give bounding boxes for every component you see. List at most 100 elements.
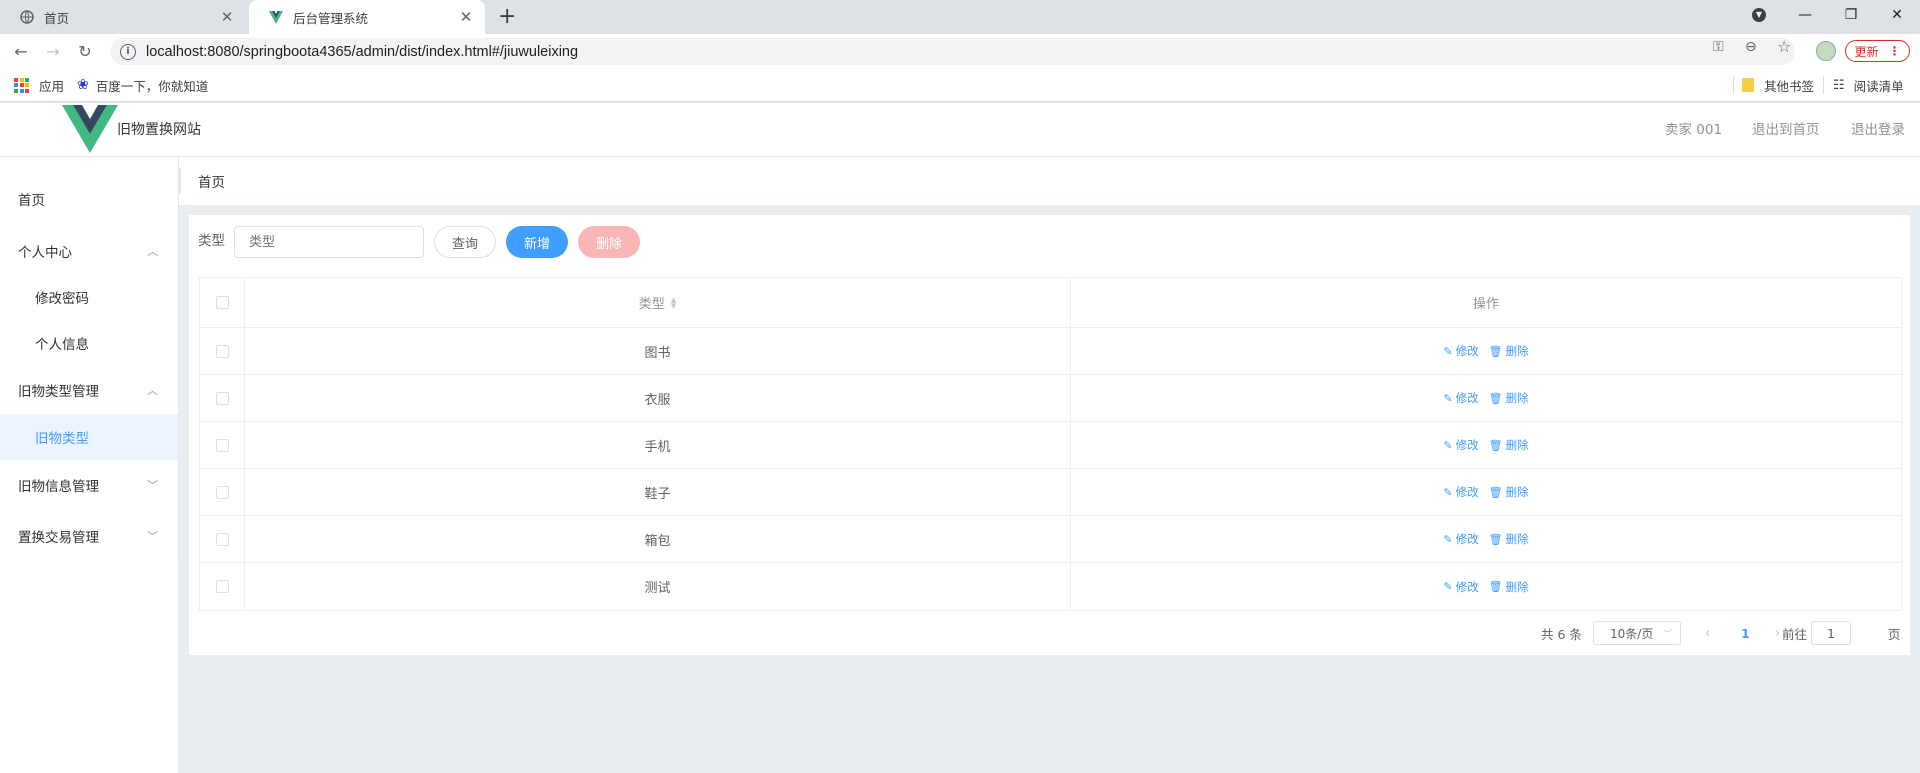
bookmark-baidu[interactable]: ❀ 百度一下，你就知道	[77, 68, 208, 102]
add-button[interactable]: 新增	[506, 226, 568, 258]
profile-dropdown-icon[interactable]: ▼	[1736, 0, 1782, 30]
row-checkbox[interactable]	[215, 485, 229, 499]
sidebar-item-label: 置换交易管理	[18, 530, 99, 546]
vue-logo-icon	[62, 105, 118, 153]
close-icon[interactable]: ✕	[457, 8, 475, 26]
edit-button[interactable]: ✎ 修改	[1443, 343, 1478, 359]
cell-type: 鞋子	[644, 486, 671, 502]
chevron-down-icon: ﹀	[1662, 629, 1672, 640]
logout-link[interactable]: 退出登录	[1851, 103, 1905, 157]
trash-icon: 🗑	[1488, 344, 1503, 358]
sidebar-item-category-management[interactable]: 旧物类型管理 ︿	[0, 367, 178, 413]
window-close-button[interactable]: ✕	[1874, 0, 1920, 30]
key-icon[interactable]: ⚿	[1713, 39, 1724, 55]
edit-button[interactable]: ✎ 修改	[1443, 531, 1478, 547]
goto-suffix: 页	[1888, 626, 1901, 642]
chevron-down-icon: ﹀	[147, 479, 158, 492]
update-button[interactable]: 更新 ⋮	[1845, 40, 1910, 62]
browser-tab-admin[interactable]: 后台管理系统 ✕	[249, 0, 485, 34]
update-label: 更新	[1854, 44, 1879, 59]
delete-label: 删除	[1505, 391, 1529, 405]
restore-button[interactable]: ❐	[1828, 0, 1874, 30]
trash-icon: 🗑	[1488, 580, 1503, 593]
sidebar-item-label: 首页	[18, 193, 45, 209]
table-row: 箱包 ✎ 修改 🗑 删除	[200, 516, 1901, 563]
delete-label: 删除	[1505, 485, 1529, 499]
avatar[interactable]	[1816, 41, 1836, 61]
sidebar-item-label: 旧物信息管理	[18, 479, 99, 495]
delete-label: 删除	[1505, 532, 1529, 546]
edit-button[interactable]: ✎ 修改	[1443, 390, 1478, 406]
type-search-input[interactable]	[234, 226, 424, 258]
page-number-current[interactable]: 1	[1741, 621, 1750, 645]
delete-button[interactable]: 🗑 删除	[1489, 531, 1529, 547]
back-to-home-link[interactable]: 退出到首页	[1752, 103, 1820, 157]
edit-button[interactable]: ✎ 修改	[1443, 579, 1478, 595]
row-checkbox[interactable]	[215, 580, 229, 593]
edit-label: 修改	[1455, 485, 1479, 499]
row-checkbox[interactable]	[215, 344, 229, 358]
row-checkbox[interactable]	[215, 532, 229, 546]
bookmark-divider	[1733, 76, 1734, 94]
delete-label: 删除	[1505, 438, 1529, 452]
info-icon[interactable]: i	[120, 43, 136, 60]
new-tab-button[interactable]: +	[498, 5, 516, 29]
delete-button[interactable]: 🗑 删除	[1489, 390, 1529, 406]
breadcrumb: 首页	[179, 157, 1920, 205]
minimize-button[interactable]: —	[1782, 0, 1828, 30]
sidebar-item-item-management[interactable]: 旧物信息管理 ﹀	[0, 462, 178, 508]
delete-button[interactable]: 🗑 删除	[1489, 484, 1529, 500]
bookmark-divider	[1823, 76, 1824, 94]
row-checkbox[interactable]	[215, 391, 229, 405]
bookmark-label: 应用	[39, 78, 65, 94]
zoom-icon[interactable]: ⊖	[1745, 39, 1757, 55]
table-row: 手机 ✎ 修改 🗑 删除	[200, 422, 1901, 469]
app-header: 旧物置换网站 卖家 001 退出到首页 退出登录	[0, 103, 1920, 157]
delete-button[interactable]: 🗑 删除	[1489, 579, 1529, 595]
bookmark-reading-list[interactable]: ☷ 阅读清单	[1833, 68, 1904, 102]
address-bar[interactable]: i localhost:8080/springboota4365/admin/d…	[110, 38, 1795, 65]
delete-button[interactable]: 🗑 删除	[1489, 437, 1529, 453]
select-all-checkbox[interactable]	[215, 296, 229, 309]
goto-page-input[interactable]	[1811, 621, 1851, 645]
sidebar-item-home[interactable]: 首页	[0, 176, 178, 222]
edit-button[interactable]: ✎ 修改	[1443, 484, 1478, 500]
page-size-select[interactable]: 10条/页 ﹀	[1593, 621, 1681, 645]
edit-button[interactable]: ✎ 修改	[1443, 437, 1478, 453]
browser-tab-home[interactable]: 首页 ✕	[0, 0, 246, 34]
sidebar-item-category[interactable]: 旧物类型	[0, 414, 178, 460]
sidebar-item-label: 修改密码	[35, 291, 89, 307]
breadcrumb-home[interactable]: 首页	[198, 171, 225, 191]
trash-icon: 🗑	[1488, 391, 1503, 405]
star-icon[interactable]: ☆	[1777, 37, 1791, 56]
bookmark-label: 阅读清单	[1853, 78, 1904, 94]
delete-button[interactable]: 🗑 删除	[1489, 343, 1529, 359]
sidebar-item-trade-management[interactable]: 置换交易管理 ﹀	[0, 513, 178, 559]
next-page-icon[interactable]: ›	[1775, 621, 1780, 645]
bookmark-label: 其他书签	[1764, 78, 1815, 94]
row-checkbox[interactable]	[215, 438, 229, 452]
forward-icon[interactable]: →	[41, 39, 65, 63]
tab-title: 首页	[44, 10, 70, 26]
sidebar-item-personal-info[interactable]: 个人信息	[0, 320, 178, 366]
sidebar-item-change-password[interactable]: 修改密码	[0, 274, 178, 320]
sidebar-item-personal-center[interactable]: 个人中心 ︿	[0, 228, 178, 274]
bookmark-apps[interactable]: 应用	[14, 68, 64, 102]
column-header-type[interactable]: 类型 ▲ ▼	[245, 278, 1071, 327]
batch-delete-button[interactable]: 删除	[578, 226, 640, 258]
cell-type: 箱包	[644, 533, 671, 549]
query-button[interactable]: 查询	[434, 226, 496, 258]
url-text[interactable]: localhost:8080/springboota4365/admin/dis…	[146, 44, 578, 60]
baidu-paw-icon: ❀	[77, 77, 89, 93]
bookmark-other[interactable]: 其他书签	[1742, 68, 1814, 102]
globe-icon	[20, 10, 34, 24]
goto-prefix: 前往	[1782, 626, 1808, 642]
prev-page-icon[interactable]: ‹	[1705, 621, 1710, 645]
back-icon[interactable]: ←	[9, 39, 33, 63]
page-size-value: 10条/页	[1610, 626, 1654, 641]
close-icon[interactable]: ✕	[218, 8, 236, 26]
table-row: 图书 ✎ 修改 🗑 删除	[200, 328, 1901, 375]
reading-list-icon: ☷	[1833, 77, 1845, 93]
reload-icon[interactable]: ↻	[73, 39, 97, 63]
sort-icon[interactable]: ▲ ▼	[671, 296, 676, 309]
